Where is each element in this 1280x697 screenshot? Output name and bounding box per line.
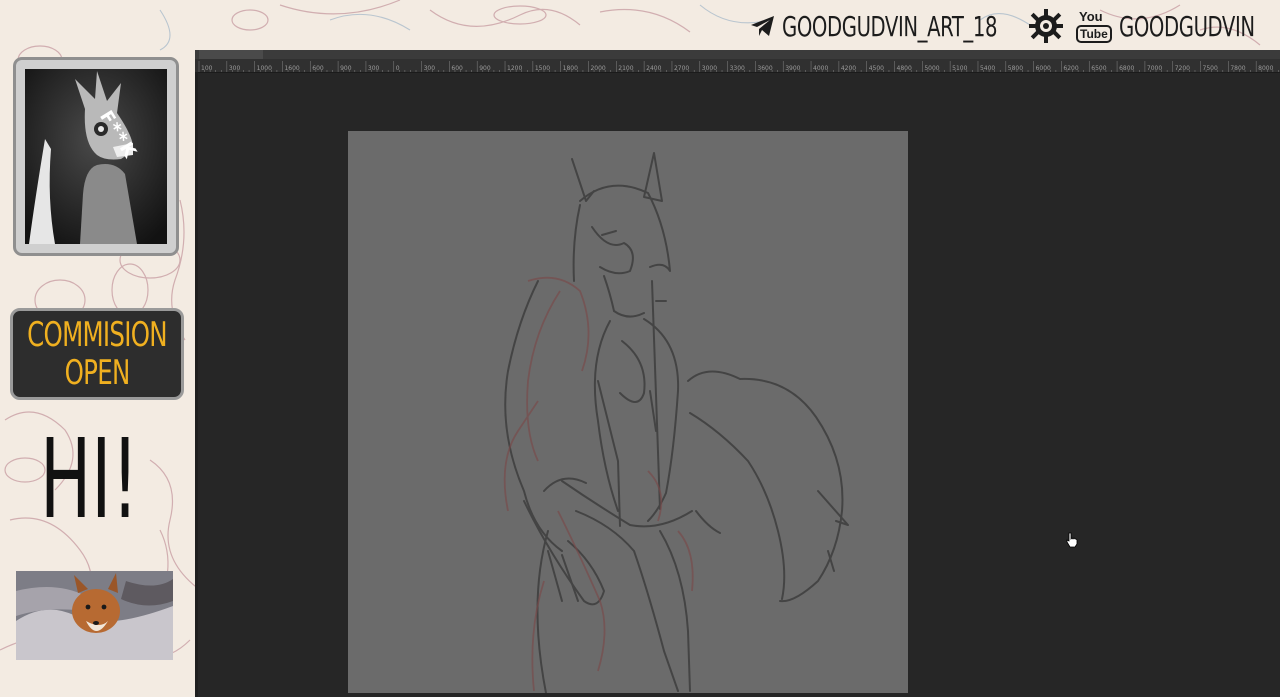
ruler-label: 3000	[702, 65, 717, 72]
ruler-label: 1200	[507, 65, 522, 72]
ruler-label: 7500	[1203, 65, 1218, 72]
youtube-logo-icon: You Tube	[1075, 9, 1112, 43]
ruler-label: 900	[340, 65, 352, 72]
ruler-label: 2700	[674, 65, 689, 72]
telegram-handle-text: GOODGUDVIN_ART_18	[782, 9, 998, 43]
ruler-label: 1500	[535, 65, 550, 72]
ruler-label: 600	[451, 65, 463, 72]
social-banner: GOODGUDVIN_ART_18 You Tube GOODGUDVIN	[195, 0, 1280, 52]
ruler-label: 300	[368, 65, 380, 72]
horizontal-ruler[interactable]: 100 300 1000 1600 600 900 300 0 300 600 900 1200 150…	[195, 59, 1280, 73]
document-tab[interactable]	[199, 50, 263, 59]
ruler-label: 5000	[924, 65, 939, 72]
ruler-label: 4000	[813, 65, 828, 72]
vertical-ruler[interactable]	[195, 72, 198, 697]
ruler-label: 8000	[1258, 65, 1273, 72]
ruler-label: 1800	[563, 65, 578, 72]
ruler-label: 1000	[257, 65, 272, 72]
commission-line-1: COMMISION	[27, 315, 167, 355]
ruler-label: 900	[479, 65, 491, 72]
ruler-label: 7000	[1147, 65, 1162, 72]
ruler-label: 7800	[1230, 65, 1245, 72]
ruler-label: 3600	[757, 65, 772, 72]
ruler-label: 6500	[1091, 65, 1106, 72]
commission-line-2: OPEN	[64, 353, 131, 393]
ruler-label: 4200	[841, 65, 856, 72]
webcam-feed	[16, 571, 173, 660]
fox-webcam-image	[16, 571, 173, 660]
ruler-label: 1600	[284, 65, 299, 72]
ruler-label: 6800	[1119, 65, 1134, 72]
youtube-logo-you: You	[1079, 9, 1103, 24]
telegram-handle-group: GOODGUDVIN_ART_18	[750, 8, 1058, 44]
ruler-label: 300	[229, 65, 241, 72]
ruler-label: 6200	[1063, 65, 1078, 72]
youtube-handle-group: You Tube GOODGUDVIN	[1075, 8, 1280, 44]
lizard-character-illustration	[25, 69, 167, 244]
hand-cursor-icon	[1066, 532, 1078, 548]
ruler-label: 100	[201, 65, 213, 72]
ruler-label: 600	[312, 65, 324, 72]
streamer-avatar: F**K	[25, 69, 167, 244]
youtube-handle-text: GOODGUDVIN	[1119, 9, 1255, 43]
ruler-label: 5400	[980, 65, 995, 72]
drawing-canvas[interactable]	[348, 131, 908, 693]
ruler-label: 4500	[869, 65, 884, 72]
drawing-app-window: 100 300 1000 1600 600 900 300 0 300 600 900 1200 150…	[195, 50, 1280, 697]
ruler-label: 7200	[1175, 65, 1190, 72]
ruler-label: 6000	[1036, 65, 1051, 72]
ruler-label: 4800	[897, 65, 912, 72]
ruler-label: 2400	[646, 65, 661, 72]
telegram-paper-plane-icon	[751, 16, 774, 36]
ruler-ticks: 100 300 1000 1600 600 900 300 0 300 600 900 1200 150…	[198, 61, 1279, 72]
ruler-label: 2000	[590, 65, 605, 72]
youtube-logo-tube: Tube	[1076, 25, 1112, 43]
document-tab-strip	[195, 50, 1280, 59]
greeting-text: HI!	[40, 415, 139, 543]
gear-splat-icon	[1029, 9, 1063, 43]
streamer-avatar-frame: F**K	[13, 57, 179, 256]
fox-character-sketch	[503, 152, 849, 693]
ruler-label: 3300	[730, 65, 745, 72]
ruler-label: 2100	[618, 65, 633, 72]
commission-open-badge: COMMISION OPEN	[10, 308, 184, 400]
ruler-label: 300	[424, 65, 436, 72]
ruler-label: 5800	[1008, 65, 1023, 72]
ruler-label: 5100	[952, 65, 967, 72]
ruler-label: 3900	[785, 65, 800, 72]
